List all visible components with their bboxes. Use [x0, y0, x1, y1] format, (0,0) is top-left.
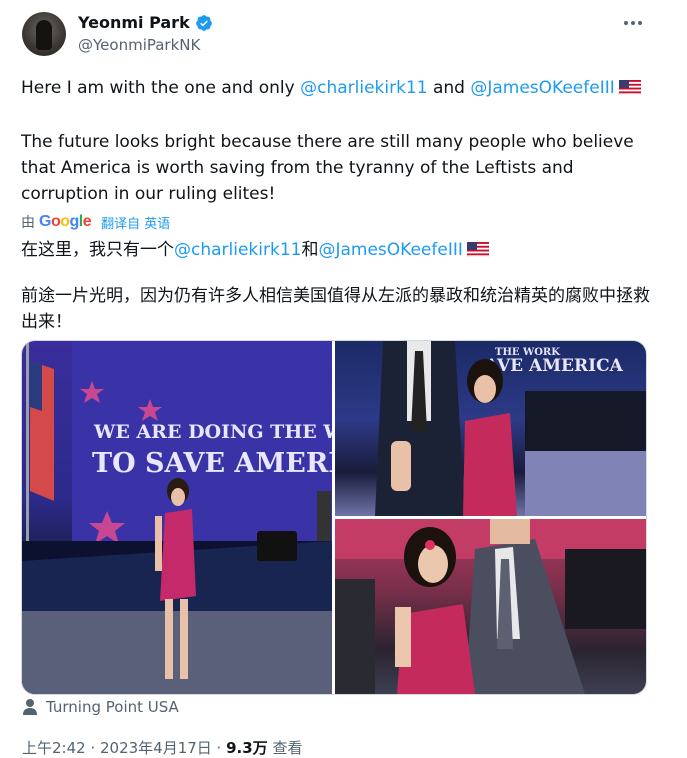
views-count: 9.3万 [226, 739, 268, 757]
photo-1-scene: WE ARE DOING THE WORK TO SAVE AMERICA [22, 341, 332, 694]
tweet-text: and [427, 78, 471, 98]
mention-link[interactable]: @JamesOKeefeIII [318, 240, 462, 260]
translated-text: 和 [301, 240, 319, 260]
photo-1[interactable]: WE ARE DOING THE WORK TO SAVE AMERICA [22, 341, 332, 694]
tweet-text-line1: Here I am with the one and only @charlie… [21, 75, 661, 101]
photo-3[interactable] [335, 519, 646, 694]
author-handle[interactable]: @YeonmiParkNK [78, 36, 200, 54]
translated-paragraph: 前途一片光明，因为仍有许多人相信美国值得从左派的暴政和统治精英的腐败中拯救出来！ [21, 286, 650, 332]
avatar[interactable] [22, 12, 66, 56]
media-grid: WE ARE DOING THE WORK TO SAVE AMERICA [21, 340, 647, 695]
verified-badge-icon [195, 14, 212, 31]
post-time[interactable]: 上午2:42 · 2023年4月17日 · [22, 739, 226, 757]
mention-link[interactable]: @charliekirk11 [174, 240, 301, 260]
location-tag[interactable]: Turning Point USA [22, 698, 179, 716]
google-logo: Google [39, 213, 92, 230]
tweet-text: Here I am with the one and only [21, 78, 301, 98]
translated-text: 在这里，我只有一个 [21, 240, 174, 260]
banner-line2: TO SAVE AMERICA [92, 448, 332, 479]
banner-line2: AVE AMERICA [484, 356, 624, 376]
author-row: Yeonmi Park [78, 13, 213, 32]
mention-link[interactable]: @JamesOKeefeIII [470, 78, 614, 98]
tweet-paragraph: The future looks bright because there ar… [21, 132, 634, 204]
mention-link[interactable]: @charliekirk11 [300, 78, 427, 98]
more-dots-icon[interactable] [620, 12, 646, 34]
person-pin-icon [23, 699, 37, 715]
photo-3-scene [335, 519, 646, 694]
tweet: Yeonmi Park @YeonmiParkNK Here I am with… [0, 0, 687, 757]
us-flag-icon [466, 242, 489, 257]
banner-line1: WE ARE DOING THE WORK [93, 421, 332, 443]
by-label: 由 [21, 215, 35, 231]
us-flag-icon [618, 80, 641, 95]
translation-attribution: 由 Google 翻译自 英语 [21, 212, 170, 232]
photo-2-scene: THE WORK AVE AMERICA [375, 341, 646, 516]
views-label: 查看 [267, 739, 303, 757]
timestamp: 上午2:42 · 2023年4月17日 · 9.3万 查看 [22, 737, 302, 758]
translated-line1: 在这里，我只有一个@charliekirk11和@JamesOKeefeIII [21, 237, 661, 263]
translated-from-link[interactable]: 翻译自 英语 [101, 213, 170, 232]
author-display-name[interactable]: Yeonmi Park [78, 13, 190, 32]
location-label: Turning Point USA [46, 698, 179, 716]
photo-2[interactable]: THE WORK AVE AMERICA [335, 341, 646, 516]
